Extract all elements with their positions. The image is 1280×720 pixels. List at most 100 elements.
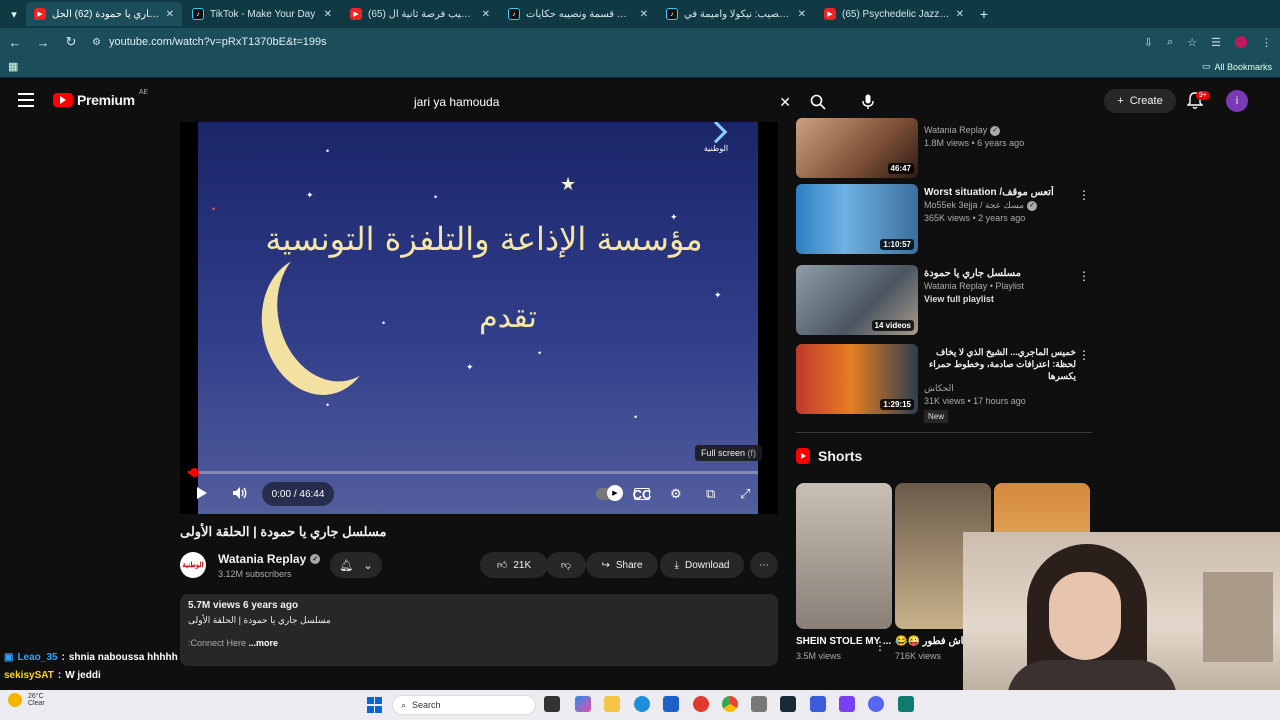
task-view-icon[interactable]: [544, 696, 560, 712]
browser-tab[interactable]: ▶ (65) Psychedelic Jazz // Cinema ✕: [816, 2, 972, 26]
star-icon: •: [634, 412, 638, 422]
autoplay-toggle[interactable]: [596, 485, 623, 501]
recommendation-item[interactable]: 1:10:57 Worst situation /أتعس موقف Mo55e…: [796, 184, 1092, 258]
subscriber-count: 3.12M subscribers: [218, 569, 292, 579]
recommendation-item[interactable]: 1:29:15 خميس الماجري... الشيخ الذي لا يخ…: [796, 344, 1092, 423]
new-tab-icon[interactable]: +: [974, 4, 994, 24]
download-button[interactable]: ⤓ Download: [660, 552, 744, 578]
dislike-button[interactable]: 👎︎: [546, 552, 586, 578]
recommendation-meta: 1.8M views • 6 years ago: [924, 138, 1025, 148]
hamburger-menu-icon[interactable]: [18, 93, 34, 107]
subtitles-icon[interactable]: CC: [633, 487, 652, 502]
tab-close-icon[interactable]: ✕: [324, 9, 332, 20]
tab-close-icon[interactable]: ✕: [640, 9, 648, 20]
recommendation-title: Worst situation /أتعس موقف: [924, 187, 1054, 198]
zoom-icon[interactable]: ⌕: [1167, 36, 1173, 49]
like-button[interactable]: 👍︎ 21K: [480, 552, 548, 578]
recommendation-channel[interactable]: Watania Replay • Playlist: [924, 280, 1076, 293]
video-thumbnail[interactable]: 1:10:57: [796, 184, 918, 254]
progress-scrubber[interactable]: [189, 468, 199, 477]
search-input[interactable]: jari ya hamouda ✕: [403, 88, 803, 116]
play-icon[interactable]: [196, 486, 208, 500]
progress-bar[interactable]: [188, 468, 758, 477]
youtube-logo[interactable]: Premium AE: [53, 89, 148, 108]
miniplayer-icon[interactable]: ⧉: [706, 486, 715, 502]
video-player[interactable]: ★ • ✦ • ✦ ✦ • • ✦ • • • مؤسسة الإذاعة وا…: [180, 122, 778, 514]
app-icon[interactable]: [810, 696, 826, 712]
tab-title: مسلسل قسمة ونصيبه حكايات: [526, 8, 634, 20]
description-more[interactable]: :Connect Here ...more: [188, 638, 770, 648]
playlist-thumbnail[interactable]: 14 videos: [796, 265, 918, 335]
fullscreen-icon[interactable]: ⤢: [740, 486, 750, 502]
view-playlist-link[interactable]: View full playlist: [924, 293, 1076, 306]
browser-tab[interactable]: ♪ مسلسل قسمة ونصيبه حكايات ✕: [500, 2, 656, 26]
all-bookmarks-button[interactable]: ▭ All Bookmarks: [1202, 61, 1272, 72]
app-icon[interactable]: [693, 696, 709, 712]
recommendation-channel[interactable]: الحكاش: [924, 382, 1076, 395]
channel-avatar[interactable]: الوطنية: [180, 552, 206, 578]
youtube-play-icon: [53, 93, 73, 107]
more-options-icon[interactable]: ⋮: [1078, 188, 1090, 202]
more-options-icon[interactable]: ⋮: [1078, 269, 1090, 283]
copilot-icon[interactable]: [575, 696, 591, 712]
file-explorer-icon[interactable]: [604, 696, 620, 712]
video-duration: 46:47: [887, 163, 914, 174]
settings-gear-icon[interactable]: ⚙: [670, 486, 682, 502]
recommendation-channel[interactable]: Watania Replay ✓: [924, 124, 1076, 137]
video-frame[interactable]: ★ • ✦ • ✦ ✦ • • ✦ • • • مؤسسة الإذاعة وا…: [198, 122, 758, 514]
search-button[interactable]: [808, 88, 828, 116]
url-field[interactable]: ⚙ youtube.com/watch?v=pRxT1370bE&t=199s: [92, 36, 1130, 48]
recommendation-item[interactable]: 14 videos مسلسل جاري يا حمودة Watania Re…: [796, 265, 1092, 339]
discord-icon[interactable]: [868, 696, 884, 712]
voice-search-button[interactable]: [858, 88, 878, 116]
windows-start-icon[interactable]: [367, 697, 383, 713]
short-thumbnail[interactable]: [796, 483, 892, 629]
show-more-link[interactable]: ...more: [249, 638, 279, 648]
recommendation-channel[interactable]: Mo55ek 3ejja / مسك عجة ✓: [924, 199, 1076, 212]
tab-close-icon[interactable]: ✕: [956, 9, 964, 20]
forward-icon[interactable]: →: [36, 35, 50, 50]
like-count: 21K: [513, 559, 532, 571]
tab-close-icon[interactable]: ✕: [166, 9, 174, 20]
app-icon[interactable]: [839, 696, 855, 712]
video-thumbnail[interactable]: 46:47: [796, 118, 918, 178]
volume-icon[interactable]: [232, 486, 248, 500]
browser-menu-icon[interactable]: ⋮: [1261, 36, 1272, 49]
browser-tab[interactable]: ♪ قسمة ونصيب: نيكولا وأميمة في ✕: [658, 2, 814, 26]
thumbs-down-icon: 👎︎: [560, 560, 572, 571]
windows-taskbar: 26°C Clear ⌕ Search: [0, 690, 1280, 720]
tab-close-icon[interactable]: ✕: [482, 9, 490, 20]
account-avatar[interactable]: i: [1226, 90, 1248, 112]
share-button[interactable]: ↪ Share: [586, 552, 658, 578]
more-options-icon[interactable]: ⋮: [874, 639, 886, 653]
reload-icon[interactable]: ↻: [64, 34, 78, 50]
install-icon[interactable]: ⇩: [1144, 36, 1153, 49]
clear-search-icon[interactable]: ✕: [779, 94, 791, 111]
player-controls: 0:00 / 46:44 CC ⚙ ⧉ ⤢: [180, 482, 778, 508]
steam-icon[interactable]: [780, 696, 796, 712]
tab-close-icon[interactable]: ✕: [798, 9, 806, 20]
taskbar-search[interactable]: ⌕ Search: [392, 695, 536, 715]
back-icon[interactable]: ←: [8, 35, 22, 50]
browser-tab[interactable]: ♪ TikTok - Make Your Day ✕: [184, 2, 340, 26]
create-button[interactable]: + Create: [1104, 89, 1176, 113]
browser-tab[interactable]: ▶ (65) قسمة ولنصيب فرصة ثانية ال ✕: [342, 2, 498, 26]
more-actions-button[interactable]: ⋯: [750, 552, 778, 578]
tab-search-icon[interactable]: ▾: [4, 4, 24, 24]
browser-tab[interactable]: ▶ مسلسل جاري يا حمودة (62) الحل ✕: [26, 2, 182, 26]
chrome-icon[interactable]: [722, 696, 738, 712]
more-options-icon[interactable]: ⋮: [1078, 348, 1090, 362]
subscription-bell-button[interactable]: 🔔︎ ⌄: [330, 552, 382, 578]
extensions-icon[interactable]: ☰: [1211, 36, 1221, 49]
site-info-icon[interactable]: ⚙: [92, 37, 101, 48]
video-thumbnail[interactable]: 1:29:15: [796, 344, 918, 414]
weather-widget[interactable]: 26°C Clear: [8, 693, 45, 707]
store-icon[interactable]: [663, 696, 679, 712]
settings-icon[interactable]: [751, 696, 767, 712]
bookmark-star-icon[interactable]: ☆: [1187, 36, 1197, 49]
channel-name-link[interactable]: Watania Replay ✓: [218, 552, 321, 566]
profile-avatar[interactable]: [1235, 36, 1247, 48]
apps-grid-icon[interactable]: ▦: [8, 60, 18, 73]
edge-icon[interactable]: [634, 696, 650, 712]
app-icon[interactable]: [898, 696, 914, 712]
